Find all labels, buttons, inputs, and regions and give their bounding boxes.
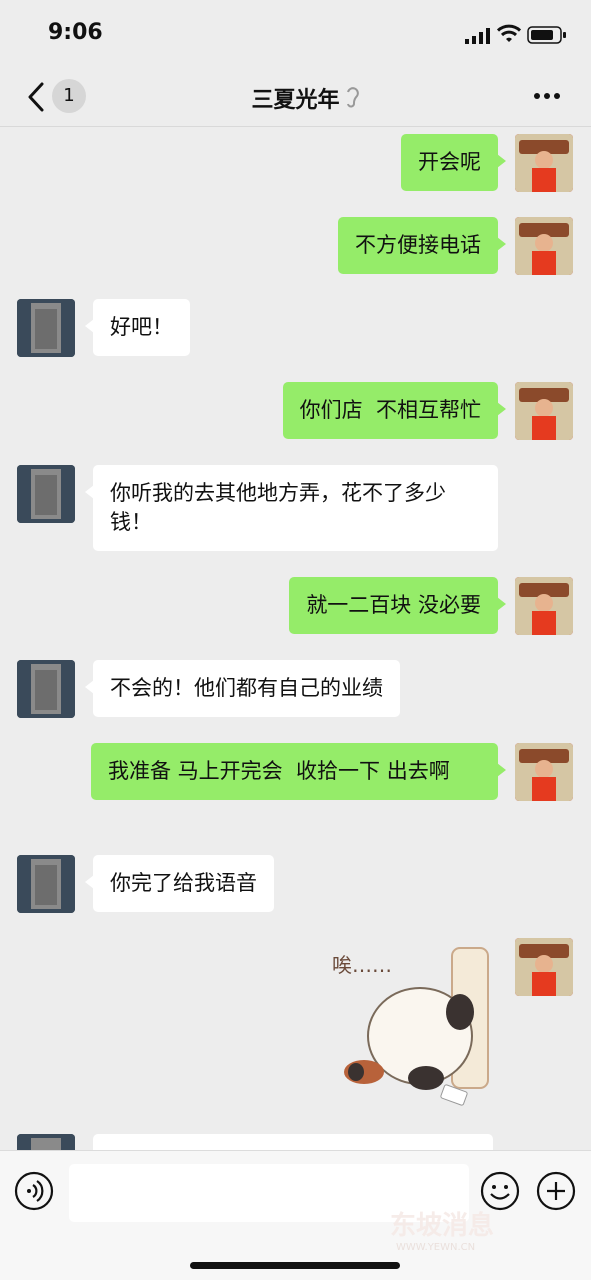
watermark-logo: 东坡消息 WWW.YEWN.CN: [390, 1210, 494, 1252]
status-time: 9:06: [48, 20, 103, 45]
battery-icon: [527, 26, 566, 44]
message-bubble-sent[interactable]: 我准备 马上开完会 收拾一下 出去啊: [91, 743, 506, 800]
message-bubble-received[interactable]: 好吧！: [85, 299, 190, 356]
my-avatar[interactable]: [515, 134, 573, 192]
sticker-message[interactable]: 唉……: [328, 940, 498, 1110]
cellular-signal-icon: [465, 28, 490, 44]
my-avatar[interactable]: [515, 217, 573, 275]
sticker-caption: 唉……: [332, 953, 392, 977]
voice-input-icon[interactable]: [14, 1171, 54, 1211]
earpiece-mode-icon: [347, 87, 359, 108]
wifi-icon: [497, 24, 521, 42]
contact-avatar[interactable]: [17, 1134, 75, 1150]
status-bar: 9:06: [0, 0, 591, 70]
message-bubble-sent[interactable]: 就一二百块 没必要: [289, 577, 506, 634]
add-more-icon[interactable]: [536, 1171, 576, 1211]
message-bubble-sent[interactable]: 你们店 不相互帮忙: [282, 382, 507, 439]
sad-panda-sticker-icon: 唉……: [332, 947, 489, 1106]
message-bubble-received[interactable]: 你听我的去其他地方弄，花不了多少钱！: [85, 465, 498, 551]
svg-text:WWW.YEWN.CN: WWW.YEWN.CN: [396, 1242, 475, 1252]
svg-text:东坡消息: 东坡消息: [390, 1210, 494, 1241]
my-avatar[interactable]: [515, 382, 573, 440]
chat-header: 1 三夏光年: [0, 70, 591, 127]
more-options-icon[interactable]: [533, 92, 561, 100]
home-indicator[interactable]: [190, 1262, 400, 1269]
chat-title: 三夏光年: [251, 88, 340, 113]
contact-avatar[interactable]: [17, 465, 75, 523]
my-avatar[interactable]: [515, 577, 573, 635]
input-bar: 东坡消息 WWW.YEWN.CN: [0, 1150, 591, 1280]
contact-avatar[interactable]: [17, 299, 75, 357]
message-bubble-received[interactable]: 你完了给我语音: [85, 855, 274, 912]
message-bubble-sent[interactable]: 不方便接电话: [338, 217, 506, 274]
emoji-icon[interactable]: [480, 1171, 520, 1211]
message-bubble-received[interactable]: 不会的！他们都有自己的业绩: [85, 660, 400, 717]
contact-avatar[interactable]: [17, 855, 75, 913]
my-avatar[interactable]: [515, 743, 573, 801]
my-avatar[interactable]: [515, 938, 573, 996]
message-bubble-received[interactable]: [93, 1134, 493, 1150]
message-bubble-sent[interactable]: 开会呢: [401, 134, 506, 191]
contact-avatar[interactable]: [17, 660, 75, 718]
message-list[interactable]: 开会呢 不方便接电话 好吧！ 你们店 不相互帮忙 你听我的去其他地方弄，花不了多…: [0, 127, 591, 1150]
